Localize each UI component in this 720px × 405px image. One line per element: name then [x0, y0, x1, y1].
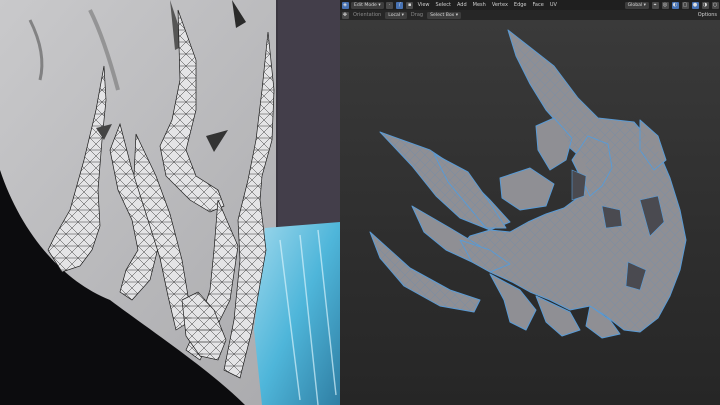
orientation-label: Orientation — [353, 12, 382, 18]
snap-icon[interactable]: ⌖ — [651, 1, 659, 9]
mode-select[interactable]: Edit Mode ▾ — [351, 1, 384, 9]
menu-view[interactable]: View — [415, 0, 433, 10]
3d-viewport[interactable]: ◈ Edit Mode ▾ · / ▪ View Select Add Mesh… — [340, 0, 720, 405]
uv-editor-panel[interactable] — [0, 0, 340, 405]
solid-shading-icon[interactable]: ● — [691, 1, 699, 9]
orientation-select[interactable]: Local ▾ — [385, 11, 407, 19]
vertex-select-icon[interactable]: · — [386, 1, 394, 9]
drag-label: Drag — [410, 12, 424, 18]
edge-select-icon[interactable]: / — [396, 1, 404, 9]
face-select-icon[interactable]: ▪ — [406, 1, 414, 9]
tool-settings-bar: ✥ Orientation Local ▾ Drag Select Box ▾ … — [340, 10, 720, 20]
menu-face[interactable]: Face — [530, 0, 547, 10]
orientation-value: Local — [388, 12, 401, 18]
editor-type-icon[interactable]: ◈ — [341, 1, 349, 9]
menu-add[interactable]: Add — [454, 0, 470, 10]
drag-value: Select Box — [430, 12, 455, 18]
uv-texture-canvas[interactable] — [0, 0, 340, 405]
mesh-object[interactable] — [340, 0, 720, 405]
mode-label: Edit Mode — [354, 2, 377, 8]
menu-select[interactable]: Select — [433, 0, 454, 10]
transform-icon[interactable]: ✥ — [341, 11, 349, 19]
options-menu[interactable]: Options — [695, 10, 720, 20]
menu-uv[interactable]: UV — [547, 0, 560, 10]
material-shading-icon[interactable]: ◑ — [701, 1, 709, 9]
menu-edge[interactable]: Edge — [511, 0, 530, 10]
transform-pivot-select[interactable]: Global ▾ — [624, 1, 649, 9]
viewport-header: ◈ Edit Mode ▾ · / ▪ View Select Add Mesh… — [340, 0, 720, 10]
proportional-edit-icon[interactable]: ◎ — [661, 1, 669, 9]
menu-mesh[interactable]: Mesh — [470, 0, 489, 10]
drag-select[interactable]: Select Box ▾ — [427, 11, 462, 19]
menu-vertex[interactable]: Vertex — [489, 0, 511, 10]
shading-label: Global — [627, 2, 643, 8]
xray-icon[interactable]: ▢ — [681, 1, 689, 9]
rendered-shading-icon[interactable]: ○ — [711, 1, 719, 9]
overlay-icon[interactable]: ◐ — [671, 1, 679, 9]
